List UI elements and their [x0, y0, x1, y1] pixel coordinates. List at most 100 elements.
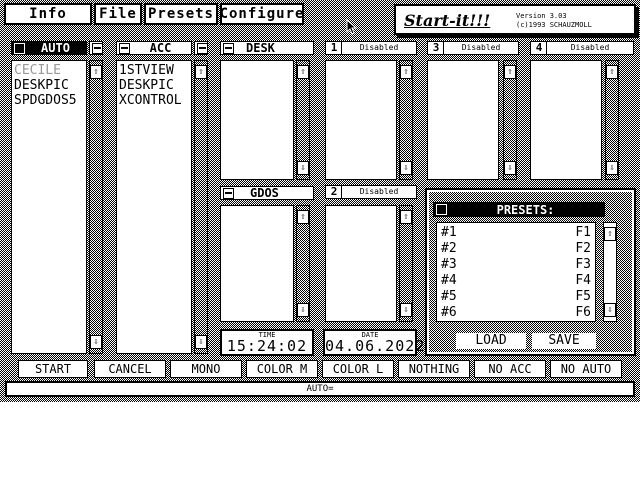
- menu-info[interactable]: Info: [4, 3, 92, 25]
- preset-name: #1: [441, 225, 457, 240]
- desk-scrollbar[interactable]: ⇧ ⇩: [296, 60, 310, 180]
- logo-version-info: Version 3.03 (c)1993 SCHAUZMOLL: [516, 12, 592, 30]
- preset-key: F1: [575, 225, 591, 240]
- copyright-text: (c)1993 SCHAUZMOLL: [516, 21, 592, 29]
- gdos-scrollbar[interactable]: ⇧ ⇩: [296, 205, 310, 322]
- slot-status: Disabled: [341, 186, 416, 198]
- slot-4-scrollbar[interactable]: ⇧ ⇩: [605, 60, 619, 180]
- menu-file[interactable]: File: [94, 3, 142, 25]
- start-button[interactable]: START: [18, 360, 88, 378]
- preset-key: F5: [575, 289, 591, 304]
- acc-size-box[interactable]: [194, 41, 208, 55]
- arrow-down-icon[interactable]: ⇩: [297, 303, 309, 317]
- nothing-button[interactable]: NOTHING: [398, 360, 470, 378]
- preset-name: #5: [441, 289, 457, 304]
- arrow-down-icon[interactable]: ⇩: [195, 335, 207, 349]
- slot-number: 4: [535, 41, 543, 54]
- list-item[interactable]: CECILE: [14, 63, 84, 78]
- time-value: 15:24:02: [226, 337, 308, 355]
- arrow-down-icon[interactable]: ⇩: [606, 161, 618, 175]
- slot-1-scrollbar[interactable]: ⇧ ⇩: [399, 60, 413, 180]
- preset-row[interactable]: #4 F4: [441, 273, 591, 289]
- preset-row[interactable]: #1 F1: [441, 225, 591, 241]
- arrow-up-icon[interactable]: ⇧: [90, 65, 102, 79]
- arrow-up-icon[interactable]: ⇧: [504, 65, 516, 79]
- preset-row[interactable]: #2 F2: [441, 241, 591, 257]
- color-l-button[interactable]: COLOR L: [322, 360, 394, 378]
- date-value: 04.06.2022: [325, 337, 426, 355]
- acc-panel-title: ACC: [149, 41, 172, 55]
- closer-box-icon[interactable]: [119, 42, 130, 54]
- color-m-button[interactable]: COLOR M: [246, 360, 318, 378]
- closer-box-icon[interactable]: [223, 42, 234, 54]
- preset-key: F4: [575, 273, 591, 288]
- arrow-up-icon[interactable]: ⇧: [606, 65, 618, 79]
- arrow-down-icon[interactable]: ⇩: [297, 161, 309, 175]
- acc-list[interactable]: 1STVIEW DESKPIC XCONTROL: [116, 60, 192, 354]
- slot-2-list[interactable]: [325, 205, 397, 322]
- load-button[interactable]: LOAD: [456, 333, 526, 349]
- arrow-up-icon[interactable]: ⇧: [297, 210, 309, 224]
- slot-3-header[interactable]: 3 Disabled: [427, 41, 519, 55]
- mouse-pointer-icon: [346, 19, 358, 35]
- closer-box-icon[interactable]: [14, 42, 25, 54]
- preset-name: #4: [441, 273, 457, 288]
- slot-3-list[interactable]: [427, 60, 499, 180]
- mono-button[interactable]: MONO: [170, 360, 242, 378]
- arrow-up-icon[interactable]: ⇧: [195, 65, 207, 79]
- list-item[interactable]: XCONTROL: [119, 93, 189, 108]
- slot-4-list[interactable]: [530, 60, 602, 180]
- presets-scrollbar[interactable]: ⇧ ⇩: [603, 222, 617, 322]
- closer-box-icon[interactable]: [436, 204, 447, 215]
- arrow-up-icon[interactable]: ⇧: [400, 65, 412, 79]
- auto-list[interactable]: CECILE DESKPIC SPDGDOS5: [11, 60, 87, 354]
- arrow-down-icon[interactable]: ⇩: [604, 303, 616, 317]
- date-display: DATE 04.06.2022: [323, 329, 426, 356]
- arrow-up-icon[interactable]: ⇧: [400, 210, 412, 224]
- slot-2-header[interactable]: 2 Disabled: [325, 185, 417, 199]
- arrow-down-icon[interactable]: ⇩: [90, 335, 102, 349]
- menu-configure[interactable]: Configure: [220, 3, 304, 25]
- acc-scrollbar[interactable]: ⇧ ⇩: [194, 60, 208, 354]
- no-acc-button[interactable]: NO ACC: [474, 360, 546, 378]
- slot-3-scrollbar[interactable]: ⇧ ⇩: [503, 60, 517, 180]
- slot-1-list[interactable]: [325, 60, 397, 180]
- slot-status: Disabled: [341, 42, 416, 54]
- gdos-panel-title: GDOS: [250, 186, 279, 200]
- presets-title: PRESETS:: [496, 202, 555, 217]
- presets-list[interactable]: #1 F1 #2 F2 #3 F3 #4 F4 #5 F5 #6 F6: [436, 222, 596, 322]
- desk-list[interactable]: [220, 60, 294, 180]
- arrow-down-icon[interactable]: ⇩: [400, 303, 412, 317]
- logo-title: Start-it!!!: [404, 11, 491, 30]
- no-auto-button[interactable]: NO AUTO: [550, 360, 622, 378]
- preset-row[interactable]: #3 F3: [441, 257, 591, 273]
- closer-box-icon[interactable]: [223, 187, 234, 199]
- desk-panel-header: DESK: [220, 41, 314, 55]
- preset-row[interactable]: #6 F6: [441, 305, 591, 321]
- save-button[interactable]: SAVE: [532, 333, 596, 349]
- arrow-up-icon[interactable]: ⇧: [604, 227, 616, 241]
- auto-scrollbar[interactable]: ⇧ ⇩: [89, 60, 103, 354]
- slot-4-header[interactable]: 4 Disabled: [530, 41, 634, 55]
- list-item[interactable]: DESKPIC: [119, 78, 189, 93]
- slot-1-header[interactable]: 1 Disabled: [325, 41, 417, 55]
- arrow-down-icon[interactable]: ⇩: [400, 161, 412, 175]
- auto-size-box[interactable]: [89, 41, 103, 55]
- preset-key: F2: [575, 241, 591, 256]
- preset-key: F3: [575, 257, 591, 272]
- arrow-down-icon[interactable]: ⇩: [504, 161, 516, 175]
- menu-presets[interactable]: Presets: [144, 3, 218, 25]
- slot-status: Disabled: [546, 42, 633, 54]
- preset-key: F6: [575, 305, 591, 320]
- arrow-up-icon[interactable]: ⇧: [297, 65, 309, 79]
- preset-row[interactable]: #5 F5: [441, 289, 591, 305]
- list-item[interactable]: SPDGDOS5: [14, 93, 84, 108]
- auto-panel-header: AUTO: [11, 41, 87, 55]
- slot-2-scrollbar[interactable]: ⇧ ⇩: [399, 205, 413, 322]
- slot-number: 3: [432, 41, 440, 54]
- gdos-list[interactable]: [220, 205, 294, 322]
- version-text: Version 3.03: [516, 12, 567, 20]
- list-item[interactable]: DESKPIC: [14, 78, 84, 93]
- cancel-button[interactable]: CANCEL: [94, 360, 166, 378]
- list-item[interactable]: 1STVIEW: [119, 63, 189, 78]
